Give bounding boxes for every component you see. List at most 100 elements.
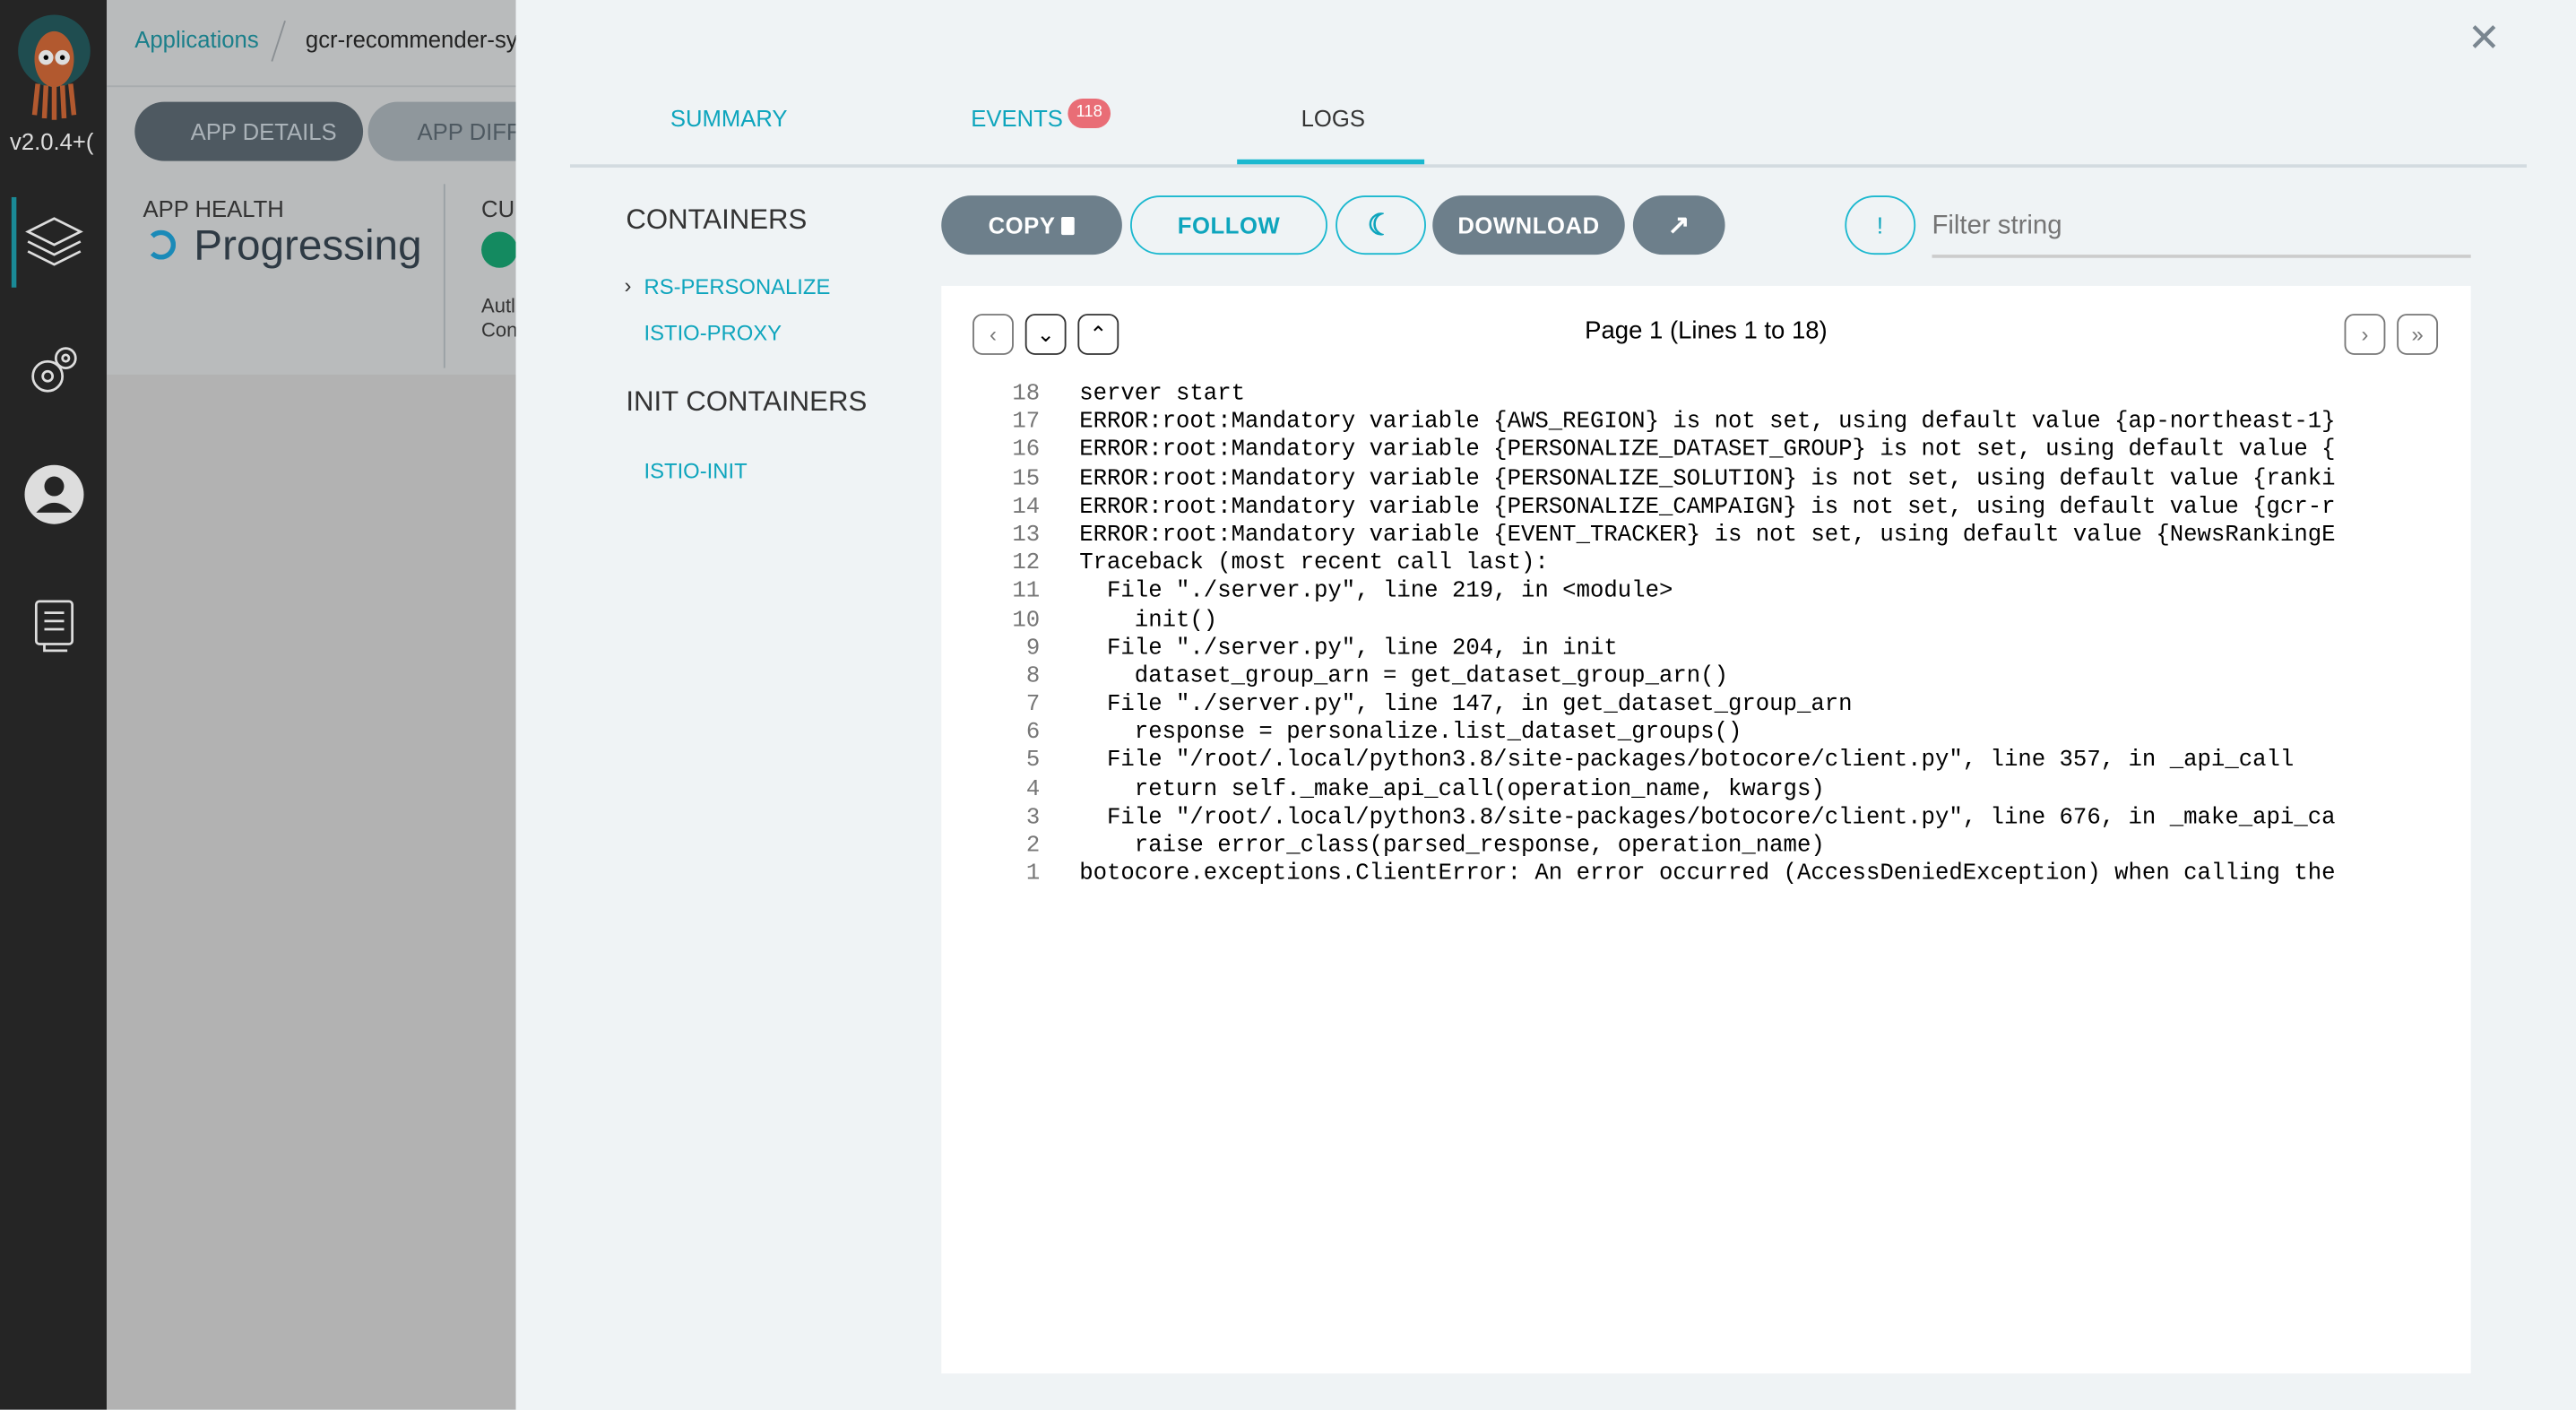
sidebar: v2.0.4+( xyxy=(0,0,108,1410)
app-diff-button[interactable]: APP DIFF xyxy=(367,101,516,161)
log-text: return self._make_api_call(operation_nam… xyxy=(1079,776,1825,803)
app-diff-label: APP DIFF xyxy=(417,117,516,145)
log-text: ERROR:root:Mandatory variable {PERSONALI… xyxy=(1079,494,2336,521)
filter-input[interactable] xyxy=(1932,198,2471,258)
active-tab-indicator xyxy=(1237,159,1425,165)
info-icon: ! xyxy=(1876,212,1884,238)
breadcrumb-current: gcr-recommender-sy xyxy=(305,26,516,53)
app-details-button[interactable]: APP DETAILS xyxy=(134,101,364,161)
filter-info-button[interactable]: ! xyxy=(1845,195,1916,255)
chevron-right-icon: › xyxy=(624,272,632,298)
sync-line2: Con xyxy=(481,318,516,342)
clipboard-icon xyxy=(1061,216,1076,235)
log-line: 5 File "/root/.local/python3.8/site-pack… xyxy=(941,748,2446,777)
app-details-label: APP DETAILS xyxy=(190,117,337,145)
dark-mode-button[interactable]: ☾ xyxy=(1336,195,1426,255)
next-page-button[interactable]: › xyxy=(2344,314,2386,355)
docs-icon[interactable] xyxy=(33,598,76,653)
line-number: 11 xyxy=(1012,578,1041,606)
synced-icon xyxy=(481,231,516,268)
download-label: DOWNLOAD xyxy=(1457,212,1600,238)
log-line: 15 ERROR:root:Mandatory variable {PERSONA… xyxy=(941,466,2446,495)
line-number: 4 xyxy=(1025,776,1041,803)
log-text: Traceback (most recent call last): xyxy=(1079,550,1549,577)
line-number: 3 xyxy=(1025,804,1041,832)
log-text: server start xyxy=(1079,381,1246,408)
container-rs-personalize[interactable]: RS-PERSONALIZE xyxy=(644,274,830,298)
log-line: 10 init() xyxy=(941,607,2446,636)
tab-events[interactable]: EVENTS xyxy=(971,105,1063,131)
log-line: 11 File "./server.py", line 219, in <mod… xyxy=(941,579,2446,608)
log-text: File "./server.py", line 147, in get_dat… xyxy=(1079,691,1853,719)
log-line: 14 ERROR:root:Mandatory variable {PERSONA… xyxy=(941,494,2446,523)
argo-logo[interactable] xyxy=(13,10,96,122)
log-line: 9 File "./server.py", line 204, in init xyxy=(941,636,2446,664)
follow-label: FOLLOW xyxy=(1177,212,1281,238)
log-text: File "./server.py", line 219, in <module… xyxy=(1079,578,1673,606)
line-number: 12 xyxy=(1012,550,1041,577)
log-line: 6 response = personalize.list_dataset_gr… xyxy=(941,720,2446,748)
log-line: 2 raise error_class(parsed_response, ope… xyxy=(941,833,2446,861)
log-viewer: ‹ ⌄ ⌃ Page 1 (Lines 1 to 18) › » 18 serve… xyxy=(941,285,2471,1374)
line-number: 10 xyxy=(1012,607,1041,634)
line-number: 9 xyxy=(1025,635,1041,662)
log-text: response = personalize.list_dataset_grou… xyxy=(1079,720,1742,747)
line-number: 16 xyxy=(1012,437,1041,464)
log-text: File "/root/.local/python3.8/site-packag… xyxy=(1079,804,2336,832)
log-line: 8 dataset_group_arn = get_dataset_group_… xyxy=(941,663,2446,692)
open-external-button[interactable]: ↗ xyxy=(1632,195,1725,255)
line-number: 13 xyxy=(1012,522,1041,549)
log-text: File "./server.py", line 204, in init xyxy=(1079,635,1618,662)
init-containers-title: INIT CONTAINERS xyxy=(626,385,868,418)
line-number: 2 xyxy=(1025,833,1041,860)
layers-icon[interactable] xyxy=(24,215,83,274)
log-line: 12 Traceback (most recent call last): xyxy=(941,550,2446,579)
log-line: 17 ERROR:root:Mandatory variable {AWS_REG… xyxy=(941,410,2446,438)
log-text: botocore.exceptions.ClientError: An erro… xyxy=(1079,861,2336,888)
line-number: 18 xyxy=(1012,381,1041,408)
gears-icon[interactable] xyxy=(26,342,82,397)
container-istio-proxy[interactable]: ISTIO-PROXY xyxy=(644,320,782,344)
logs-panel: ✕ SUMMARY EVENTS 118 LOGS CONTAINERS › R… xyxy=(515,0,2576,1410)
tab-logs[interactable]: LOGS xyxy=(1301,105,1365,131)
log-line: 16 ERROR:root:Mandatory variable {PERSONA… xyxy=(941,437,2446,466)
log-text: dataset_group_arn = get_dataset_group_ar… xyxy=(1079,663,1728,690)
app-health-label: APP HEALTH xyxy=(143,195,284,222)
containers-title: CONTAINERS xyxy=(626,203,808,236)
log-text: ERROR:root:Mandatory variable {EVENT_TRA… xyxy=(1079,522,2336,549)
version-label: v2.0.4+( xyxy=(9,127,94,155)
health-status: Progressing xyxy=(194,220,422,270)
log-line: 7 File "./server.py", line 147, in get_d… xyxy=(941,692,2446,721)
log-line: 13 ERROR:root:Mandatory variable {EVENT_T… xyxy=(941,523,2446,551)
close-icon[interactable]: ✕ xyxy=(2468,19,2501,59)
log-line: 1 botocore.exceptions.ClientError: An err… xyxy=(941,861,2446,890)
page-label: Page 1 (Lines 1 to 18) xyxy=(1585,316,1828,345)
external-link-icon: ↗ xyxy=(1667,212,1690,240)
log-text: ERROR:root:Mandatory variable {PERSONALI… xyxy=(1079,437,2336,464)
log-text: ERROR:root:Mandatory variable {AWS_REGIO… xyxy=(1079,409,2336,437)
breadcrumb-applications[interactable]: Applications xyxy=(134,26,258,52)
log-line: 18 server start xyxy=(941,381,2446,410)
moon-icon: ☾ xyxy=(1367,207,1395,241)
log-line: 4 return self._make_api_call(operation_n… xyxy=(941,776,2446,805)
tab-events-label: EVENTS xyxy=(971,105,1063,132)
download-button[interactable]: DOWNLOAD xyxy=(1432,195,1625,255)
progressing-icon xyxy=(146,229,177,260)
sync-line1: Autl xyxy=(481,294,515,317)
container-istio-init[interactable]: ISTIO-INIT xyxy=(644,458,747,482)
follow-button[interactable]: FOLLOW xyxy=(1130,195,1327,255)
line-number: 8 xyxy=(1025,663,1041,690)
log-text: init() xyxy=(1079,607,1218,634)
last-page-button[interactable]: » xyxy=(2397,314,2439,355)
active-indicator xyxy=(11,196,17,288)
events-count-badge: 118 xyxy=(1068,98,1111,128)
line-number: 17 xyxy=(1012,409,1041,437)
tab-summary[interactable]: SUMMARY xyxy=(670,105,788,131)
user-icon[interactable] xyxy=(23,463,86,526)
line-number: 14 xyxy=(1012,494,1041,521)
log-text: ERROR:root:Mandatory variable {PERSONALI… xyxy=(1079,465,2336,493)
copy-button[interactable]: COPY xyxy=(941,195,1122,255)
line-number: 6 xyxy=(1025,720,1041,747)
line-number: 5 xyxy=(1025,748,1041,775)
background-app: Applications gcr-recommender-sy APP DETA… xyxy=(107,0,516,1410)
